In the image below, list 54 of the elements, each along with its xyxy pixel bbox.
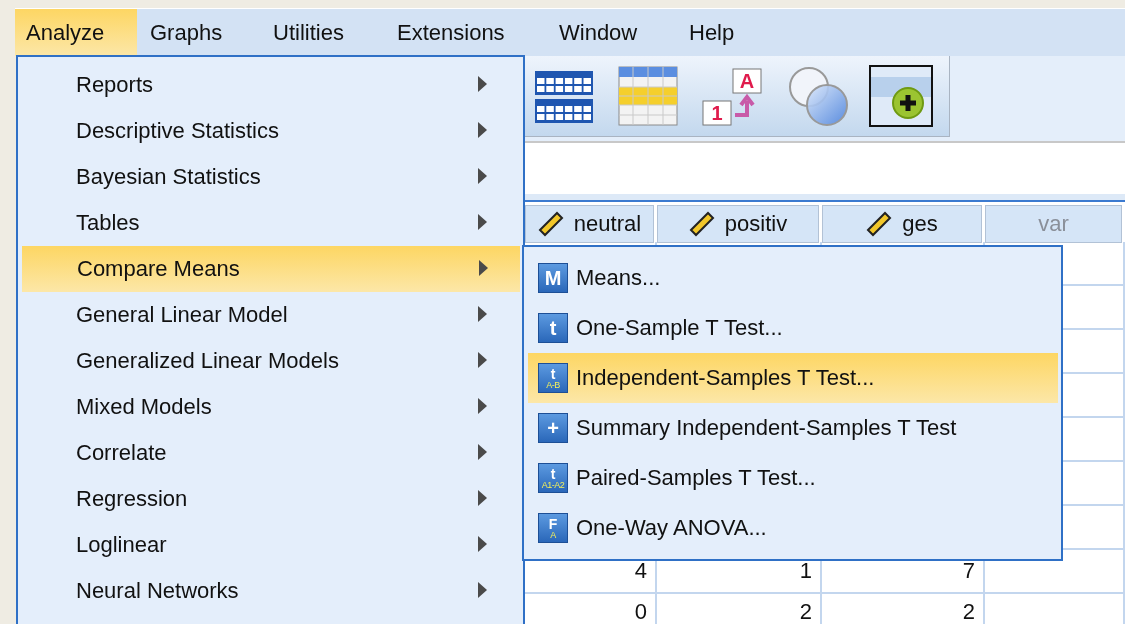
menu-item[interactable]: Descriptive Statistics [21, 108, 520, 154]
menu-item[interactable]: Tables [21, 200, 520, 246]
procedure-icon: F A [538, 513, 568, 543]
column-header[interactable]: positiv [657, 205, 819, 243]
submenu-arrow-icon [478, 582, 487, 598]
menu-item[interactable]: M Means... [528, 253, 1058, 303]
submenu-arrow-icon [478, 76, 487, 92]
submenu-arrow-icon [478, 306, 487, 322]
menu-item[interactable]: t A-B Independent-Samples T Test... [528, 353, 1058, 403]
submenu-arrow-icon [478, 122, 487, 138]
menu-bar-item[interactable]: Analyze [15, 9, 137, 56]
procedure-icon: t A-B [538, 363, 568, 393]
procedure-icon: t A1-A2 [538, 463, 568, 493]
menu-bar-item[interactable]: Help [678, 9, 746, 56]
menu-bar-item[interactable]: Window [548, 9, 676, 56]
column-name: neutral [573, 211, 642, 237]
menu-bar-item[interactable]: Graphs [139, 9, 260, 56]
menu-bar-item[interactable]: Extensions [386, 9, 546, 56]
menu-item[interactable]: Compare Means [22, 246, 520, 292]
menu-bar-item[interactable]: Utilities [262, 9, 384, 56]
menu-item[interactable]: t One-Sample T Test... [528, 303, 1058, 353]
procedure-icon: t [538, 313, 568, 343]
menu-item[interactable]: Neural Networks [21, 568, 520, 614]
menu-item[interactable]: Generalized Linear Models [21, 338, 520, 384]
column-name: ges [902, 211, 938, 237]
menu-item[interactable]: Regression [21, 476, 520, 522]
ruler-icon [537, 211, 564, 237]
submenu-arrow-icon [479, 260, 488, 276]
ruler-icon [866, 211, 893, 237]
column-name: positiv [724, 211, 788, 237]
procedure-icon: + [538, 413, 568, 443]
menu-item[interactable]: General Linear Model [21, 292, 520, 338]
procedure-icon: M [538, 263, 568, 293]
ruler-icon [688, 211, 715, 237]
column-header[interactable]: neutral [525, 205, 654, 243]
add-button[interactable] [869, 65, 933, 127]
submenu-arrow-icon [478, 168, 487, 184]
menu-item[interactable]: Bayesian Statistics [21, 154, 520, 200]
column-header[interactable]: ges [822, 205, 982, 243]
submenu-arrow-icon [478, 398, 487, 414]
menu-item[interactable]: F A One-Way ANOVA... [528, 503, 1058, 553]
submenu-arrow-icon [478, 214, 487, 230]
submenu-arrow-icon [478, 444, 487, 460]
menu-item[interactable]: + Summary Independent-Samples T Test [528, 403, 1058, 453]
menu-item[interactable]: Correlate [21, 430, 520, 476]
submenu-arrow-icon [478, 352, 487, 368]
submenu-arrow-icon [478, 490, 487, 506]
menu-item[interactable]: Reports [21, 62, 520, 108]
table-cell: 2 [657, 594, 822, 624]
menu-item[interactable]: Loglinear [21, 522, 520, 568]
table-cell: 2 [822, 594, 985, 624]
menu-item[interactable]: Mixed Models [21, 384, 520, 430]
column-name: var [1038, 211, 1069, 237]
submenu-arrow-icon [478, 536, 487, 552]
